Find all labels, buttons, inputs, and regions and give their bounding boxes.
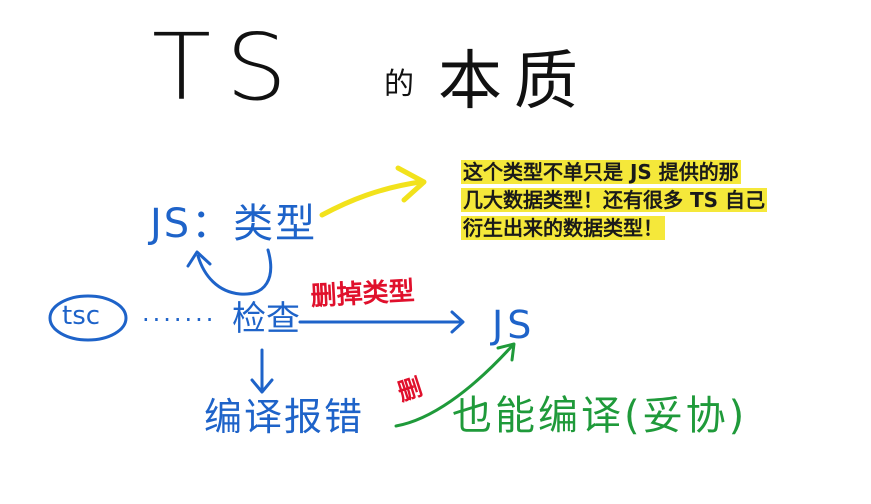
remove-types-label: 删掉类型 <box>309 276 416 312</box>
js-output-label: JS <box>492 303 536 347</box>
js-types-label: JS：类型 <box>150 201 318 247</box>
dotted-connector: ······· <box>142 306 217 334</box>
loop-arrow <box>196 248 273 296</box>
whiteboard: TS 的 本质 这个类型不单只是 JS 提供的那 几大数据类型！还有很多 TS … <box>0 0 871 504</box>
tsc-label: tsc <box>62 301 101 331</box>
still-compile-label: 也能编译(妥协) <box>452 393 748 439</box>
check-label: 检查 <box>232 299 300 339</box>
compile-error-label: 编译报错 <box>204 395 365 439</box>
